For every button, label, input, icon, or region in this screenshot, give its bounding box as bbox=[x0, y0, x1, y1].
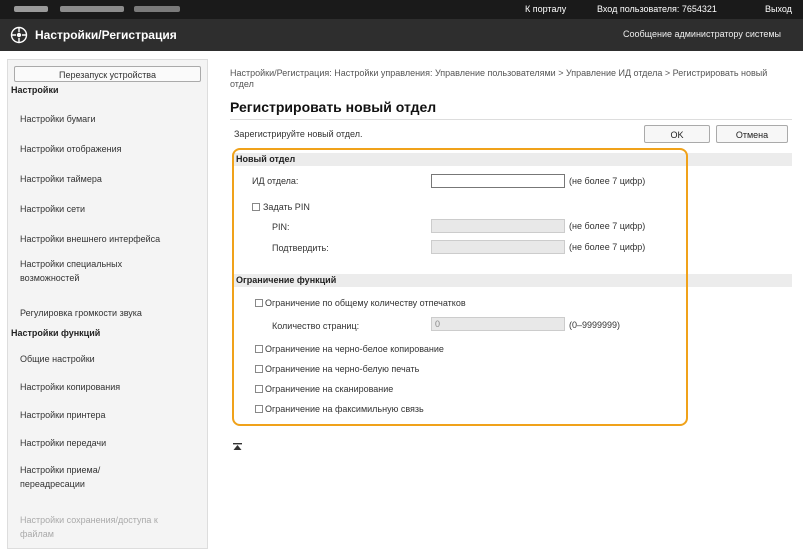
portal-link[interactable]: К порталу bbox=[525, 4, 566, 14]
pages-count-label: Количество страниц: bbox=[272, 321, 360, 331]
reboot-device-button[interactable]: Перезапуск устройства bbox=[14, 66, 201, 82]
sidebar-item-timer[interactable]: Настройки таймера bbox=[20, 172, 200, 186]
admin-message-link[interactable]: Сообщение администратору системы bbox=[623, 29, 781, 39]
sidebar-item-copy[interactable]: Настройки копирования bbox=[20, 380, 200, 394]
title-divider bbox=[230, 119, 792, 120]
login-user-text: Вход пользователя: 7654321 bbox=[597, 4, 717, 14]
bw-print-limit-label[interactable]: Ограничение на черно-белую печать bbox=[265, 364, 419, 374]
fax-limit-label[interactable]: Ограничение на факсимильную связь bbox=[265, 404, 424, 414]
model-name-redacted bbox=[14, 6, 48, 12]
device-location-redacted bbox=[134, 6, 180, 12]
logout-link[interactable]: Выход bbox=[765, 4, 792, 14]
pin-label: PIN: bbox=[272, 222, 290, 232]
confirm-pin-hint: (не более 7 цифр) bbox=[569, 242, 646, 252]
fax-limit-checkbox[interactable] bbox=[255, 405, 263, 413]
bw-print-limit-checkbox[interactable] bbox=[255, 365, 263, 373]
scroll-to-top-icon[interactable] bbox=[233, 443, 242, 452]
cancel-button[interactable]: Отмена bbox=[716, 125, 788, 143]
app-title: Настройки/Регистрация bbox=[35, 28, 177, 42]
sidebar-item-store-access-files[interactable]: Настройки сохранения/доступа к файлам bbox=[20, 513, 190, 541]
sidebar-item-external-interface[interactable]: Настройки внешнего интерфейса bbox=[20, 232, 200, 246]
sidebar-item-common[interactable]: Общие настройки bbox=[20, 352, 200, 366]
confirm-pin-label: Подтвердить: bbox=[272, 243, 329, 253]
section-new-department-title: Новый отдел bbox=[236, 154, 296, 164]
main-content: Настройки/Регистрация: Настройки управле… bbox=[230, 59, 803, 549]
set-pin-checkbox[interactable] bbox=[252, 203, 260, 211]
ok-button[interactable]: OK bbox=[644, 125, 710, 143]
department-id-input[interactable] bbox=[431, 174, 565, 188]
sidebar-header-settings: Настройки bbox=[11, 85, 59, 95]
scan-limit-checkbox[interactable] bbox=[255, 385, 263, 393]
app-header: Настройки/Регистрация Сообщение админист… bbox=[0, 19, 803, 51]
page-title: Регистрировать новый отдел bbox=[230, 99, 437, 115]
sidebar: Перезапуск устройства Настройки Настройк… bbox=[7, 59, 208, 549]
department-id-label: ИД отдела: bbox=[252, 176, 299, 186]
pin-hint: (не более 7 цифр) bbox=[569, 221, 646, 231]
sidebar-item-accessibility[interactable]: Настройки специальных возможностей bbox=[20, 257, 150, 285]
sidebar-item-send[interactable]: Настройки передачи bbox=[20, 436, 200, 450]
pin-input[interactable] bbox=[431, 219, 565, 233]
device-name-redacted bbox=[60, 6, 124, 12]
sidebar-item-printer[interactable]: Настройки принтера bbox=[20, 408, 200, 422]
pages-count-hint: (0–9999999) bbox=[569, 320, 621, 330]
sidebar-item-paper[interactable]: Настройки бумаги bbox=[20, 112, 200, 126]
confirm-pin-input[interactable] bbox=[431, 240, 565, 254]
settings-registration-icon bbox=[10, 26, 28, 44]
sidebar-item-network[interactable]: Настройки сети bbox=[20, 202, 200, 216]
section-restrictions-title: Ограничение функций bbox=[236, 275, 337, 285]
section-new-department-header bbox=[232, 153, 792, 166]
total-prints-limit-checkbox[interactable] bbox=[255, 299, 263, 307]
breadcrumb[interactable]: Настройки/Регистрация: Настройки управле… bbox=[230, 68, 770, 90]
sidebar-item-volume[interactable]: Регулировка громкости звука bbox=[20, 306, 200, 320]
department-id-hint: (не более 7 цифр) bbox=[569, 176, 646, 186]
sidebar-item-receive-forward[interactable]: Настройки приема/переадресации bbox=[20, 463, 110, 491]
top-bar: К порталу Вход пользователя: 7654321 Вых… bbox=[0, 0, 803, 19]
scan-limit-label[interactable]: Ограничение на сканирование bbox=[265, 384, 393, 394]
instruction-text: Зарегистрируйте новый отдел. bbox=[234, 129, 363, 139]
bw-copy-limit-checkbox[interactable] bbox=[255, 345, 263, 353]
sidebar-item-display[interactable]: Настройки отображения bbox=[20, 142, 200, 156]
sidebar-header-functions: Настройки функций bbox=[11, 328, 101, 338]
bw-copy-limit-label[interactable]: Ограничение на черно-белое копирование bbox=[265, 344, 444, 354]
pages-count-input[interactable] bbox=[431, 317, 565, 331]
total-prints-limit-label[interactable]: Ограничение по общему количеству отпечат… bbox=[265, 298, 466, 308]
set-pin-label[interactable]: Задать PIN bbox=[263, 202, 310, 212]
